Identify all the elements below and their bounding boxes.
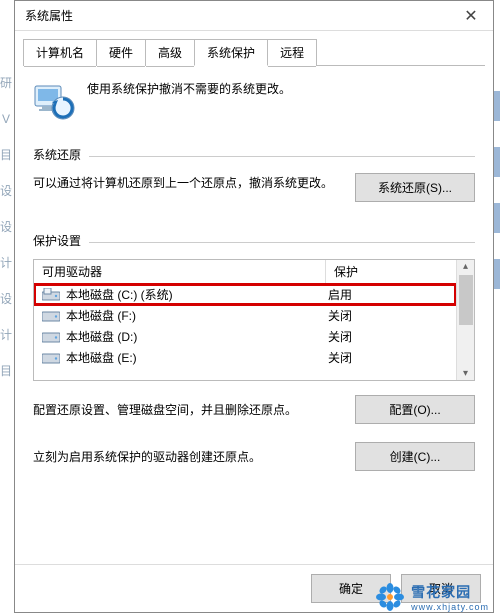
drive-system-icon	[42, 288, 60, 302]
column-status[interactable]: 保护	[326, 260, 456, 283]
configure-description: 配置还原设置、管理磁盘空间，并且删除还原点。	[33, 401, 339, 418]
table-scrollbar[interactable]: ▴ ▾	[456, 260, 474, 380]
tab-advanced[interactable]: 高级	[145, 39, 195, 66]
background-left-strip: 研V目设设计设计目	[0, 65, 14, 613]
table-header: 可用驱动器 保护	[34, 260, 456, 284]
drive-name: 本地磁盘 (C:) (系统)	[66, 286, 173, 303]
tab-hardware[interactable]: 硬件	[96, 39, 146, 66]
scroll-up-icon[interactable]: ▴	[457, 260, 474, 273]
drive-status: 启用	[326, 286, 456, 303]
intro-text: 使用系统保护撤消不需要的系统更改。	[87, 80, 291, 97]
system-properties-window: 系统属性 ✕ 计算机名 硬件 高级 系统保护 远程	[14, 0, 494, 613]
tab-content: 使用系统保护撤消不需要的系统更改。 系统还原 可以通过将计算机还原到上一个还原点…	[15, 66, 493, 564]
intro-row: 使用系统保护撤消不需要的系统更改。	[33, 80, 475, 122]
divider	[89, 156, 475, 157]
drive-name: 本地磁盘 (D:)	[66, 328, 137, 345]
restore-description: 可以通过将计算机还原到上一个还原点，撤消系统更改。	[33, 173, 339, 193]
configure-button[interactable]: 配置(O)...	[355, 395, 475, 424]
drives-table: 可用驱动器 保护 本地磁盘 (C:) (系统) 启用	[33, 259, 475, 381]
watermark-url: www.xhjaty.com	[411, 602, 489, 612]
drive-status: 关闭	[326, 307, 456, 324]
drive-icon	[42, 351, 60, 365]
section-system-restore: 系统还原	[33, 146, 475, 163]
table-row[interactable]: 本地磁盘 (F:) 关闭	[34, 305, 456, 326]
table-row[interactable]: 本地磁盘 (C:) (系统) 启用	[34, 284, 456, 305]
window-title: 系统属性	[25, 7, 449, 24]
drive-icon	[42, 330, 60, 344]
section-label: 系统还原	[33, 146, 81, 163]
section-label: 保护设置	[33, 232, 81, 249]
close-button[interactable]: ✕	[449, 1, 493, 31]
close-icon: ✕	[464, 6, 477, 26]
tab-computer-name[interactable]: 计算机名	[23, 39, 97, 66]
drive-status: 关闭	[326, 349, 456, 366]
table-row[interactable]: 本地磁盘 (E:) 关闭	[34, 347, 456, 368]
create-description: 立刻为启用系统保护的驱动器创建还原点。	[33, 448, 339, 465]
drive-icon	[42, 309, 60, 323]
scroll-down-icon[interactable]: ▾	[457, 367, 474, 380]
section-protection-settings: 保护设置	[33, 232, 475, 249]
background-right-strip	[494, 65, 500, 613]
tab-system-protection[interactable]: 系统保护	[194, 39, 268, 66]
system-protection-icon	[33, 80, 75, 122]
cancel-button[interactable]: 取消	[401, 574, 481, 603]
create-button[interactable]: 创建(C)...	[355, 442, 475, 471]
column-drive[interactable]: 可用驱动器	[34, 260, 326, 283]
drive-status: 关闭	[326, 328, 456, 345]
drive-name: 本地磁盘 (E:)	[66, 349, 137, 366]
system-restore-button[interactable]: 系统还原(S)...	[355, 173, 475, 202]
tab-remote[interactable]: 远程	[267, 39, 317, 66]
tabs-container: 计算机名 硬件 高级 系统保护 远程	[15, 31, 493, 66]
dialog-footer: 确定 取消 雪花家园 www.xhjaty.com	[15, 564, 493, 612]
titlebar: 系统属性 ✕	[15, 1, 493, 31]
divider	[89, 242, 475, 243]
scroll-thumb[interactable]	[459, 275, 473, 325]
ok-button[interactable]: 确定	[311, 574, 391, 603]
table-row[interactable]: 本地磁盘 (D:) 关闭	[34, 326, 456, 347]
drive-name: 本地磁盘 (F:)	[66, 307, 136, 324]
